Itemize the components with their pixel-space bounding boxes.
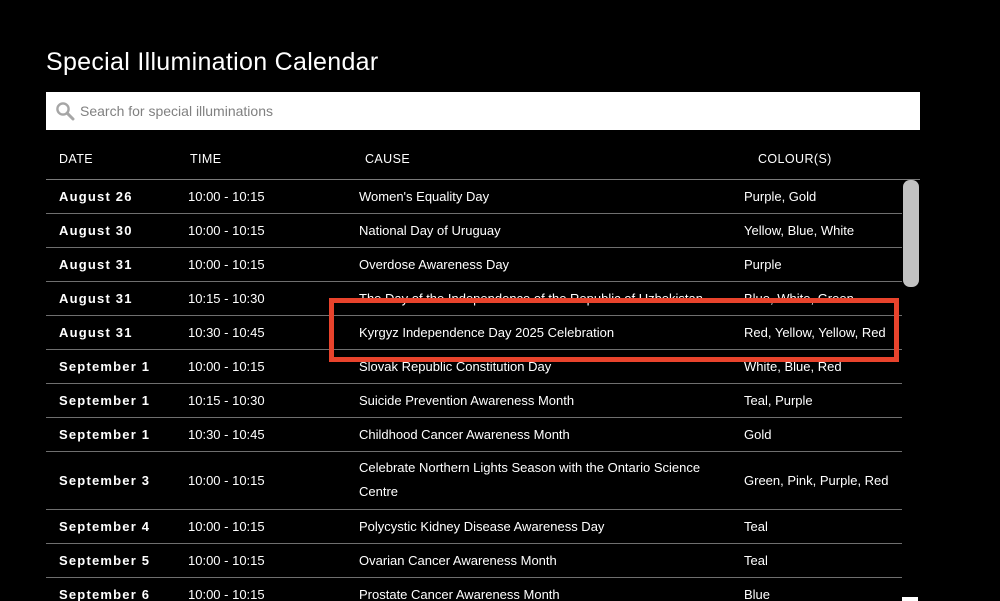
row-colours: Blue, White, Green [744,291,854,306]
row-cause: Suicide Prevention Awareness Month [359,393,575,408]
row-date: September 4 [59,519,151,534]
row-colours: Green, Pink, Purple, Red [744,473,889,488]
row-colours: Teal, Purple [744,393,813,408]
row-cause: Childhood Cancer Awareness Month [359,427,570,442]
row-cause: Women's Equality Day [359,189,490,204]
table-row[interactable]: August 30 10:00 - 10:15 National Day of Ur… [46,214,902,248]
table-body[interactable]: August 26 10:00 - 10:15 Women's Equality D… [46,180,920,601]
search-icon [56,102,75,121]
page: Special Illumination Calendar DATE TIME … [0,0,1000,601]
row-time: 10:00 - 10:15 [188,587,265,601]
table-header: DATE TIME CAUSE COLOUR(S) [46,140,920,180]
table-row[interactable]: September 1 10:15 - 10:30 Suicide Preventi… [46,384,902,418]
row-cause: Celebrate Northern Lights Season with th… [359,460,701,499]
table-row[interactable]: September 1 10:00 - 10:15 Slovak Republic … [46,350,902,384]
row-colours: Blue [744,587,771,601]
page-title: Special Illumination Calendar [46,48,379,76]
table-row[interactable]: August 26 10:00 - 10:15 Women's Equality D… [46,180,902,214]
header-cause[interactable]: CAUSE [365,152,410,166]
search-input[interactable] [80,92,910,130]
header-time[interactable]: TIME [190,152,221,166]
illumination-table: DATE TIME CAUSE COLOUR(S) August 26 10:00… [46,140,920,601]
corner-mark [902,597,918,601]
row-date: August 30 [59,223,133,238]
row-time: 10:00 - 10:15 [188,189,265,204]
header-date[interactable]: DATE [59,152,93,166]
row-time: 10:15 - 10:30 [188,393,265,408]
row-date: September 1 [59,359,151,374]
row-colours: Teal [744,519,768,534]
row-colours: Gold [744,427,772,442]
row-colours: Purple [744,257,782,272]
table-row[interactable]: September 3 10:00 - 10:15 Celebrate Northe… [46,452,902,510]
table-row[interactable]: August 31 10:30 - 10:45 Kyrgyz Independenc… [46,316,902,350]
row-cause: Kyrgyz Independence Day 2025 Celebration [359,325,615,340]
row-time: 10:30 - 10:45 [188,427,265,442]
row-time: 10:00 - 10:15 [188,359,265,374]
row-colours: Teal [744,553,768,568]
row-cause: Overdose Awareness Day [359,257,510,272]
row-date: September 3 [59,473,151,488]
table-scrollbar[interactable] [902,180,920,601]
row-time: 10:00 - 10:15 [188,553,265,568]
row-date: September 6 [59,587,151,601]
row-date: September 5 [59,553,151,568]
table-row[interactable]: September 1 10:30 - 10:45 Childhood Cancer… [46,418,902,452]
row-time: 10:00 - 10:15 [188,473,265,488]
table-row[interactable]: August 31 10:15 - 10:30 The Day of the Ind… [46,282,902,316]
row-time: 10:00 - 10:15 [188,257,265,272]
row-time: 10:15 - 10:30 [188,291,265,306]
row-colours: Yellow, Blue, White [744,223,855,238]
table-row[interactable]: September 4 10:00 - 10:15 Polycystic Kidne… [46,510,902,544]
row-date: September 1 [59,393,151,408]
row-cause: Polycystic Kidney Disease Awareness Day [359,519,605,534]
header-colours[interactable]: COLOUR(S) [758,152,832,166]
row-cause: Ovarian Cancer Awareness Month [359,553,557,568]
row-cause: The Day of the Independence of the Repub… [359,291,703,306]
row-cause: National Day of Uruguay [359,223,501,238]
table-row[interactable]: September 5 10:00 - 10:15 Ovarian Cancer A… [46,544,902,578]
row-date: August 31 [59,257,133,272]
row-time: 10:30 - 10:45 [188,325,265,340]
search-box[interactable] [46,92,920,130]
row-colours: White, Blue, Red [744,359,842,374]
table-row[interactable]: September 6 10:00 - 10:15 Prostate Cancer … [46,578,902,601]
row-cause: Prostate Cancer Awareness Month [359,587,560,601]
row-date: August 31 [59,291,133,306]
scrollbar-thumb[interactable] [903,180,919,287]
row-colours: Purple, Gold [744,189,817,204]
row-time: 10:00 - 10:15 [188,519,265,534]
row-time: 10:00 - 10:15 [188,223,265,238]
row-cause: Slovak Republic Constitution Day [359,359,552,374]
table-row[interactable]: August 31 10:00 - 10:15 Overdose Awareness… [46,248,902,282]
row-date: August 26 [59,189,133,204]
row-date: September 1 [59,427,151,442]
row-colours: Red, Yellow, Yellow, Red [744,325,886,340]
row-date: August 31 [59,325,133,340]
